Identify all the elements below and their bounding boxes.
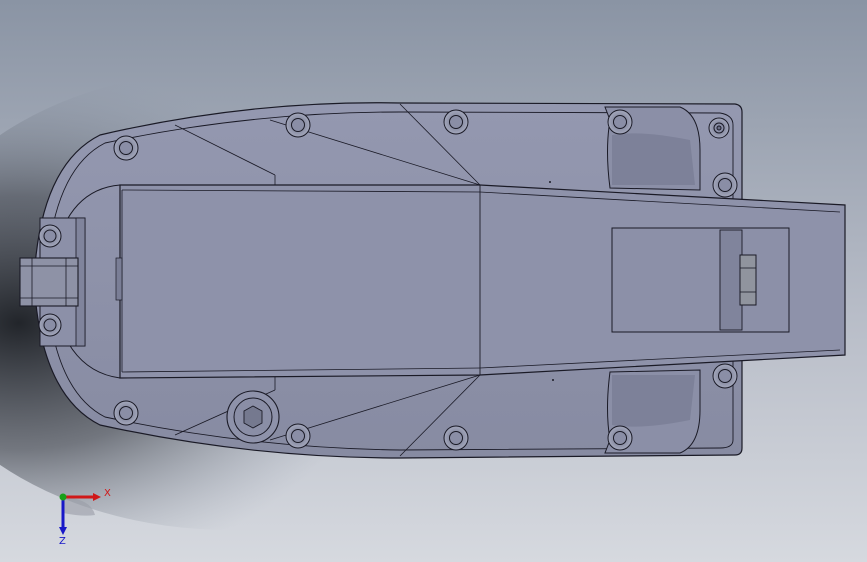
- center-mark: [552, 379, 554, 381]
- arm-hex-nut: [739, 254, 757, 306]
- mount-hole: [38, 224, 62, 248]
- model-view[interactable]: X Z: [0, 0, 867, 562]
- mount-hole: [113, 400, 139, 426]
- graphics-viewport[interactable]: X Z: [0, 0, 867, 562]
- y-axis-dot: [59, 493, 67, 501]
- center-mark: [549, 181, 551, 183]
- mount-hole: [607, 109, 633, 135]
- z-axis-label: Z: [59, 536, 66, 547]
- mount-hole: [285, 423, 311, 449]
- mount-hole: [285, 112, 311, 138]
- mount-hole: [712, 363, 738, 389]
- mount-hole: [38, 313, 62, 337]
- mount-hole: [708, 117, 730, 139]
- arm-window: [611, 227, 790, 333]
- hinge-block-top-shade: [612, 133, 695, 185]
- arm-window-inner: [719, 229, 743, 331]
- socket-screw: [226, 390, 280, 444]
- mount-hole: [607, 425, 633, 451]
- mount-hole: [443, 109, 469, 135]
- mount-hole: [443, 425, 469, 451]
- mount-hole: [113, 135, 139, 161]
- x-axis-label: X: [104, 488, 111, 499]
- hinge-block-bottom-shade: [612, 375, 695, 427]
- mount-hole: [712, 172, 738, 198]
- latch-slot: [115, 257, 123, 301]
